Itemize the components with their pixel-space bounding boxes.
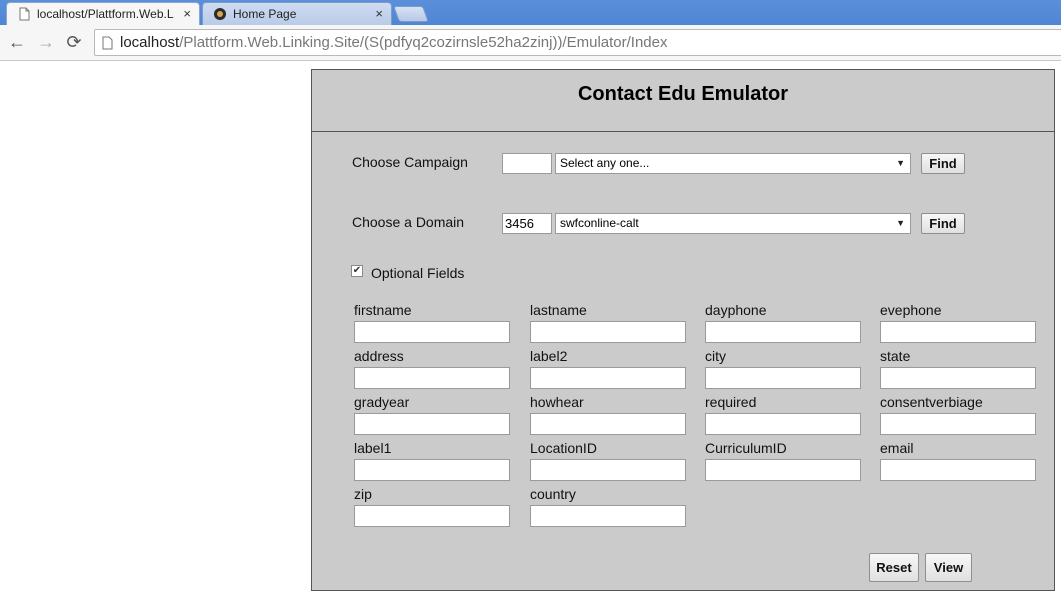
- city-input[interactable]: [705, 367, 861, 389]
- campaign-id-input[interactable]: [502, 153, 552, 174]
- campaign-select[interactable]: Select any one... ▼: [555, 153, 911, 174]
- howhear-input[interactable]: [530, 413, 686, 435]
- zip-label: zip: [354, 486, 372, 502]
- gradyear-label: gradyear: [354, 394, 410, 410]
- field-required: required: [705, 394, 861, 435]
- consentverbiage-input[interactable]: [880, 413, 1036, 435]
- url-path: /Plattform.Web.Linking.Site/(S(pdfyq2coz…: [179, 34, 668, 51]
- field-state: state: [880, 348, 1036, 389]
- email-input[interactable]: [880, 459, 1036, 481]
- find-campaign-button[interactable]: Find: [921, 153, 965, 174]
- reload-button[interactable]: ⟳: [63, 32, 85, 54]
- new-tab-button[interactable]: [393, 6, 429, 22]
- howhear-label: howhear: [530, 394, 584, 410]
- state-label: state: [880, 348, 911, 364]
- panel-header: Contact Edu Emulator: [312, 70, 1054, 132]
- firstname-input[interactable]: [354, 321, 510, 343]
- state-input[interactable]: [880, 367, 1036, 389]
- country-label: country: [530, 486, 576, 502]
- field-curriculumid: CurriculumID: [705, 440, 861, 481]
- domain-id-input[interactable]: 3456: [502, 213, 552, 234]
- field-email: email: [880, 440, 1036, 481]
- chevron-down-icon: ▼: [896, 218, 905, 228]
- evephone-label: evephone: [880, 302, 942, 318]
- tab-title: Home Page: [233, 7, 297, 21]
- chevron-down-icon: ▼: [896, 158, 905, 168]
- city-label: city: [705, 348, 726, 364]
- label2-label: label2: [530, 348, 568, 364]
- emulator-panel: Contact Edu Emulator Choose Campaign Sel…: [311, 69, 1055, 591]
- page-icon: [102, 36, 113, 50]
- campaign-select-value: Select any one...: [560, 156, 650, 170]
- label2-input[interactable]: [530, 367, 686, 389]
- label1-input[interactable]: [354, 459, 510, 481]
- lastname-label: lastname: [530, 302, 587, 318]
- gradyear-input[interactable]: [354, 413, 510, 435]
- field-evephone: evephone: [880, 302, 1036, 343]
- domain-select-value: swfconline-calt: [560, 216, 639, 230]
- page-icon: [19, 7, 30, 21]
- optional-fields-checkbox[interactable]: ✔: [351, 265, 363, 277]
- dayphone-label: dayphone: [705, 302, 767, 318]
- find-domain-button[interactable]: Find: [921, 213, 965, 234]
- evephone-input[interactable]: [880, 321, 1036, 343]
- field-locationid: LocationID: [530, 440, 686, 481]
- field-label1: label1: [354, 440, 510, 481]
- label1-label: label1: [354, 440, 392, 456]
- lastname-input[interactable]: [530, 321, 686, 343]
- close-icon[interactable]: ×: [375, 3, 383, 25]
- reset-button[interactable]: Reset: [869, 553, 919, 582]
- field-city: city: [705, 348, 861, 389]
- required-label: required: [705, 394, 757, 410]
- required-input[interactable]: [705, 413, 861, 435]
- dayphone-input[interactable]: [705, 321, 861, 343]
- field-lastname: lastname: [530, 302, 686, 343]
- address-label: address: [354, 348, 404, 364]
- firstname-label: firstname: [354, 302, 412, 318]
- tab-emulator[interactable]: localhost/Plattform.Web.L ×: [6, 2, 200, 25]
- address-bar[interactable]: localhost/Plattform.Web.Linking.Site/(S(…: [94, 29, 1061, 56]
- forward-button[interactable]: →: [35, 32, 57, 54]
- view-button[interactable]: View: [925, 553, 972, 582]
- email-label: email: [880, 440, 914, 456]
- country-input[interactable]: [530, 505, 686, 527]
- field-country: country: [530, 486, 686, 527]
- url-text: localhost/Plattform.Web.Linking.Site/(S(…: [120, 34, 668, 51]
- url-host: localhost: [120, 34, 180, 51]
- locationid-input[interactable]: [530, 459, 686, 481]
- field-gradyear: gradyear: [354, 394, 510, 435]
- campaign-label: Choose Campaign: [352, 154, 468, 170]
- field-consentverbiage: consentverbiage: [880, 394, 1036, 435]
- field-address: address: [354, 348, 510, 389]
- browser-toolbar: ← → ⟳ localhost/Plattform.Web.Linking.Si…: [0, 25, 1061, 61]
- address-input[interactable]: [354, 367, 510, 389]
- field-zip: zip: [354, 486, 510, 527]
- globe-icon: [214, 8, 226, 20]
- curriculumid-input[interactable]: [705, 459, 861, 481]
- domain-label: Choose a Domain: [352, 214, 465, 230]
- browser-tabstrip: localhost/Plattform.Web.L × Home Page ×: [0, 0, 1061, 25]
- consentverbiage-label: consentverbiage: [880, 394, 983, 410]
- field-firstname: firstname: [354, 302, 510, 343]
- curriculumid-label: CurriculumID: [705, 440, 787, 456]
- field-label2: label2: [530, 348, 686, 389]
- optional-fields-label: Optional Fields: [371, 265, 465, 281]
- domain-select[interactable]: swfconline-calt ▼: [555, 213, 911, 234]
- close-icon[interactable]: ×: [183, 3, 191, 25]
- locationid-label: LocationID: [530, 440, 597, 456]
- zip-input[interactable]: [354, 505, 510, 527]
- field-howhear: howhear: [530, 394, 686, 435]
- back-button[interactable]: ←: [6, 32, 28, 54]
- tab-home-page[interactable]: Home Page ×: [202, 2, 392, 25]
- page-title: Contact Edu Emulator: [577, 83, 788, 105]
- field-dayphone: dayphone: [705, 302, 861, 343]
- tab-title: localhost/Plattform.Web.L: [37, 7, 174, 21]
